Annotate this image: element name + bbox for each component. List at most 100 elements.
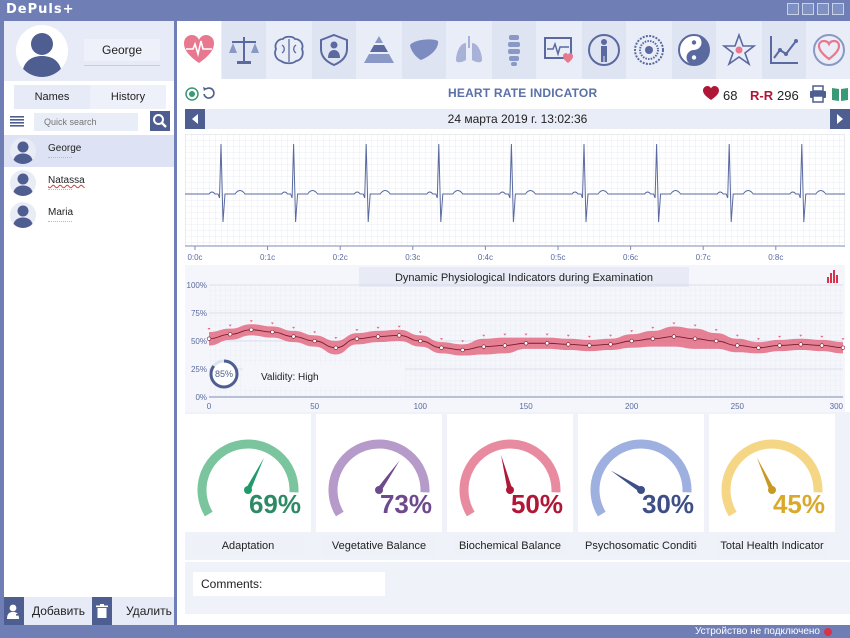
brain-icon — [274, 35, 304, 65]
module-scales[interactable] — [222, 21, 266, 79]
user-subtitle — [48, 189, 72, 190]
lungs-icon — [456, 36, 482, 63]
avatar — [10, 138, 36, 164]
data-point — [291, 334, 296, 339]
search-button[interactable] — [150, 111, 170, 131]
data-point — [756, 345, 761, 350]
window-controls — [787, 3, 844, 15]
data-point — [481, 344, 486, 349]
main-panel: HEART RATE INDICATOR 68 R-R 296 24 марта… — [177, 21, 850, 625]
gauge-card[interactable]: 30% — [578, 414, 704, 532]
data-point — [777, 343, 782, 348]
x-tick-label: 100 — [414, 402, 428, 411]
chart-title: Dynamic Physiological Indicators during … — [395, 272, 653, 284]
data-point — [418, 338, 423, 344]
mandala-icon — [634, 35, 664, 65]
person-icon — [588, 34, 620, 66]
data-point — [206, 336, 212, 341]
comments-label: Comments: — [201, 577, 263, 591]
gauge-value: 50% — [510, 489, 563, 519]
gauge-needle — [501, 455, 513, 491]
left-panel: George Names History George — [4, 21, 174, 625]
list-item[interactable]: Maria — [4, 199, 174, 231]
data-point — [714, 338, 719, 344]
heart-rate-icon — [703, 86, 719, 100]
module-monitor[interactable] — [537, 21, 581, 79]
book-icon[interactable] — [831, 85, 849, 103]
section-header: HEART RATE INDICATOR 68 R-R 296 — [177, 79, 850, 109]
radio-icon[interactable] — [185, 87, 199, 101]
gauge-card[interactable]: 69% — [185, 414, 311, 532]
delete-user-label: Удалить — [126, 604, 172, 618]
module-person[interactable] — [582, 21, 626, 79]
minimize-button[interactable] — [802, 3, 814, 15]
comments-field[interactable]: Comments: — [193, 572, 385, 596]
ecg-time-axis: 0:0c 0:1c 0:2c 0:3c 0:4c 0:5c 0:6c 0:7c 0:8c — [187, 246, 783, 262]
x-tick-label: 150 — [519, 402, 533, 411]
ecg-tick-label: 0:3c — [405, 253, 420, 262]
profile-header: George — [4, 21, 174, 81]
profile-name[interactable]: George — [84, 39, 160, 61]
quick-search-input[interactable] — [34, 113, 138, 131]
maximize-button[interactable] — [817, 3, 829, 15]
add-user-label: Добавить — [32, 604, 86, 618]
refresh-icon[interactable] — [201, 85, 217, 101]
rr-value: 296 — [777, 88, 799, 103]
module-star[interactable] — [717, 21, 761, 79]
add-user-button[interactable]: Добавить — [4, 597, 85, 625]
next-record-button[interactable] — [830, 109, 850, 129]
tab-history[interactable]: History — [90, 85, 166, 109]
module-mandala[interactable] — [627, 21, 671, 79]
gauge-card[interactable]: 73% — [316, 414, 442, 532]
user-list: George Natassa Maria — [4, 135, 174, 231]
y-tick-label: 0% — [195, 393, 207, 402]
window-mode-button[interactable] — [787, 3, 799, 15]
module-lungs[interactable] — [447, 21, 491, 79]
gauge-value: 73% — [379, 489, 432, 519]
module-trend[interactable] — [762, 21, 806, 79]
data-point — [397, 333, 402, 338]
list-item[interactable]: Natassa — [4, 167, 174, 199]
validity-percent: 85% — [215, 369, 233, 379]
module-shield[interactable] — [312, 21, 356, 79]
module-pyramid[interactable] — [357, 21, 401, 79]
left-actions: Добавить Удалить — [4, 597, 174, 625]
list-icon[interactable] — [10, 115, 24, 127]
module-heart-hands[interactable] — [807, 21, 850, 79]
module-brain[interactable] — [267, 21, 311, 79]
y-tick-label: 25% — [191, 365, 207, 374]
ecg-tick-label: 0:0c — [187, 253, 202, 262]
ecg-tick-label: 0:6c — [623, 253, 638, 262]
module-liver[interactable] — [402, 21, 446, 79]
star-icon — [722, 33, 756, 67]
module-heart[interactable] — [177, 21, 221, 79]
dynamic-indicators-panel: Dynamic Physiological Indicators during … — [185, 265, 846, 413]
x-tick-label: 200 — [625, 402, 639, 411]
x-tick-label: 250 — [731, 402, 745, 411]
data-point — [671, 334, 677, 339]
ecg-tick-label: 0:2c — [333, 253, 348, 262]
y-tick-label: 75% — [191, 309, 207, 318]
data-point — [798, 342, 803, 347]
list-item[interactable]: George — [4, 135, 174, 167]
record-date: 24 марта 2019 г. 13:02:36 — [447, 112, 588, 126]
module-yin-yang[interactable] — [672, 21, 716, 79]
gauge-value: 30% — [641, 489, 694, 519]
delete-user-button[interactable]: Удалить — [92, 597, 172, 625]
data-point — [840, 345, 846, 350]
gauge-card[interactable]: 45% — [709, 414, 835, 532]
data-point — [460, 347, 465, 353]
data-point — [545, 341, 550, 346]
status-bar: Устройство не подключено — [0, 626, 850, 638]
yin-yang-icon — [678, 34, 710, 66]
close-button[interactable] — [832, 3, 844, 15]
tab-names[interactable]: Names — [14, 85, 90, 109]
heart-rate-value: 68 — [723, 88, 738, 103]
gauge-card[interactable]: 50% — [447, 414, 573, 532]
module-spine[interactable] — [492, 21, 536, 79]
printer-icon[interactable] — [809, 85, 827, 103]
gauge-value: 45% — [772, 489, 825, 519]
add-user-icon — [4, 597, 24, 625]
chart-type-icon[interactable] — [827, 270, 838, 283]
search-row — [4, 111, 174, 133]
